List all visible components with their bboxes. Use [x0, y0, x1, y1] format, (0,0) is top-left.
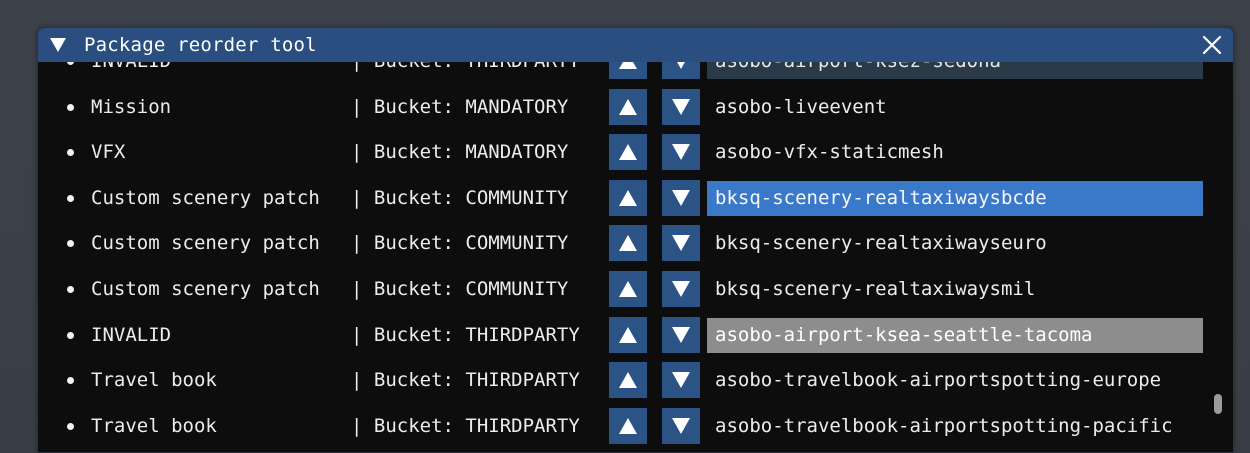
- move-up-button[interactable]: [609, 362, 647, 399]
- bucket-label: | Bucket: THIRDPARTY: [351, 415, 580, 437]
- bullet-icon: [67, 149, 74, 157]
- package-reorder-window: Package reorder tool INVALID | Bucket: TH…: [37, 27, 1234, 453]
- package-row: INVALID | Bucket: THIRDPARTY asobo-airport…: [38, 313, 1233, 359]
- arrow-up-icon: [619, 326, 637, 343]
- arrow-up-icon: [619, 189, 637, 206]
- bucket-label: | Bucket: COMMUNITY: [351, 278, 568, 300]
- bucket-value: Bucket: THIRDPARTY: [373, 323, 580, 346]
- package-id[interactable]: asobo-airport-ksea-seattle-tacoma: [707, 317, 1203, 353]
- package-id[interactable]: asobo-liveevent: [707, 90, 1203, 125]
- bullet-icon: [67, 103, 74, 111]
- close-icon[interactable]: [1201, 34, 1223, 56]
- move-down-button[interactable]: [662, 88, 700, 125]
- arrow-up-icon: [619, 280, 637, 297]
- bucket-label: | Bucket: THIRDPARTY: [351, 324, 580, 346]
- bucket-label: | Bucket: THIRDPARTY: [351, 369, 580, 391]
- arrow-down-icon: [672, 144, 690, 161]
- window-titlebar[interactable]: Package reorder tool: [38, 28, 1233, 62]
- bucket-label: | Bucket: MANDATORY: [351, 96, 568, 118]
- package-type-label: INVALID: [91, 323, 172, 346]
- arrow-down-icon: [672, 189, 690, 206]
- bullet-icon: [67, 194, 74, 202]
- move-down-button[interactable]: [662, 225, 700, 262]
- bullet-icon: [67, 285, 74, 293]
- separator: |: [351, 323, 363, 346]
- bucket-value: Bucket: COMMUNITY: [373, 232, 569, 255]
- package-type-label: VFX: [91, 141, 126, 164]
- move-down-button[interactable]: [662, 407, 700, 444]
- move-up-button[interactable]: [609, 316, 647, 353]
- bullet-icon: [67, 377, 74, 385]
- move-down-button[interactable]: [662, 179, 700, 216]
- arrow-up-icon: [619, 417, 637, 434]
- move-up-button[interactable]: [609, 225, 647, 262]
- package-type-label: Custom scenery patch: [91, 186, 320, 209]
- bullet-icon: [67, 331, 74, 339]
- arrow-up-icon: [619, 98, 637, 115]
- move-down-button[interactable]: [662, 362, 700, 399]
- package-row: VFX | Bucket: MANDATORY asobo-vfx-staticme…: [38, 130, 1233, 176]
- bullet-icon: [67, 422, 74, 430]
- bucket-value: Bucket: THIRDPARTY: [373, 369, 580, 392]
- separator: |: [351, 232, 363, 255]
- package-type-label: Travel book: [91, 414, 217, 437]
- bucket-label: | Bucket: COMMUNITY: [351, 232, 568, 254]
- arrow-up-icon: [619, 144, 637, 161]
- bucket-label: | Bucket: MANDATORY: [351, 141, 568, 163]
- arrow-down-icon: [672, 326, 690, 343]
- arrow-up-icon: [619, 235, 637, 252]
- package-row: Travel book | Bucket: THIRDPARTY asobo-tra…: [38, 404, 1233, 450]
- move-up-button[interactable]: [609, 407, 647, 444]
- separator: |: [351, 277, 363, 300]
- arrow-down-icon: [672, 280, 690, 297]
- arrow-down-icon: [672, 417, 690, 434]
- scrollbar-thumb[interactable]: [1214, 394, 1222, 414]
- package-id[interactable]: bksq-scenery-realtaxiwaysbcde: [707, 180, 1203, 216]
- triangle-down-icon[interactable]: [50, 37, 66, 53]
- arrow-down-icon: [672, 98, 690, 115]
- package-id[interactable]: asobo-travelbook-airportspotting-europe: [707, 363, 1203, 398]
- move-down-button[interactable]: [662, 316, 700, 353]
- separator: |: [351, 414, 363, 437]
- bucket-value: Bucket: COMMUNITY: [373, 277, 569, 300]
- window-title: Package reorder tool: [84, 34, 317, 56]
- move-down-button[interactable]: [662, 270, 700, 307]
- package-id[interactable]: asobo-travelbook-airportspotting-pacific: [707, 409, 1203, 444]
- package-list: INVALID | Bucket: THIRDPARTY asobo-airport…: [38, 39, 1233, 452]
- move-down-button[interactable]: [662, 134, 700, 171]
- bucket-value: Bucket: MANDATORY: [373, 141, 569, 164]
- arrow-up-icon: [619, 372, 637, 389]
- move-up-button[interactable]: [609, 134, 647, 171]
- package-row: Custom scenery patch | Bucket: COMMUNITY b…: [38, 221, 1233, 267]
- package-row: Custom scenery patch | Bucket: COMMUNITY b…: [38, 267, 1233, 313]
- separator: |: [351, 141, 363, 164]
- package-row: Mission | Bucket: MANDATORY asobo-liveeven…: [38, 85, 1233, 131]
- arrow-down-icon: [672, 235, 690, 252]
- move-up-button[interactable]: [609, 179, 647, 216]
- bucket-label: | Bucket: COMMUNITY: [351, 187, 568, 209]
- move-up-button[interactable]: [609, 88, 647, 125]
- package-type-label: Mission: [91, 95, 172, 118]
- bullet-icon: [67, 240, 74, 248]
- package-row: Travel book | Bucket: THIRDPARTY asobo-tra…: [38, 358, 1233, 404]
- bucket-value: Bucket: MANDATORY: [373, 95, 569, 118]
- package-id[interactable]: asobo-vfx-staticmesh: [707, 135, 1203, 170]
- bucket-value: Bucket: COMMUNITY: [373, 186, 569, 209]
- separator: |: [351, 95, 363, 118]
- separator: |: [351, 369, 363, 392]
- package-id[interactable]: bksq-scenery-realtaxiwayseuro: [707, 226, 1203, 261]
- separator: |: [351, 186, 363, 209]
- bucket-value: Bucket: THIRDPARTY: [373, 414, 580, 437]
- package-id[interactable]: bksq-scenery-realtaxiwaysmil: [707, 272, 1203, 307]
- move-up-button[interactable]: [609, 270, 647, 307]
- package-type-label: Travel book: [91, 369, 217, 392]
- arrow-down-icon: [672, 372, 690, 389]
- package-type-label: Custom scenery patch: [91, 232, 320, 255]
- package-row: Custom scenery patch | Bucket: COMMUNITY b…: [38, 176, 1233, 222]
- package-type-label: Custom scenery patch: [91, 277, 320, 300]
